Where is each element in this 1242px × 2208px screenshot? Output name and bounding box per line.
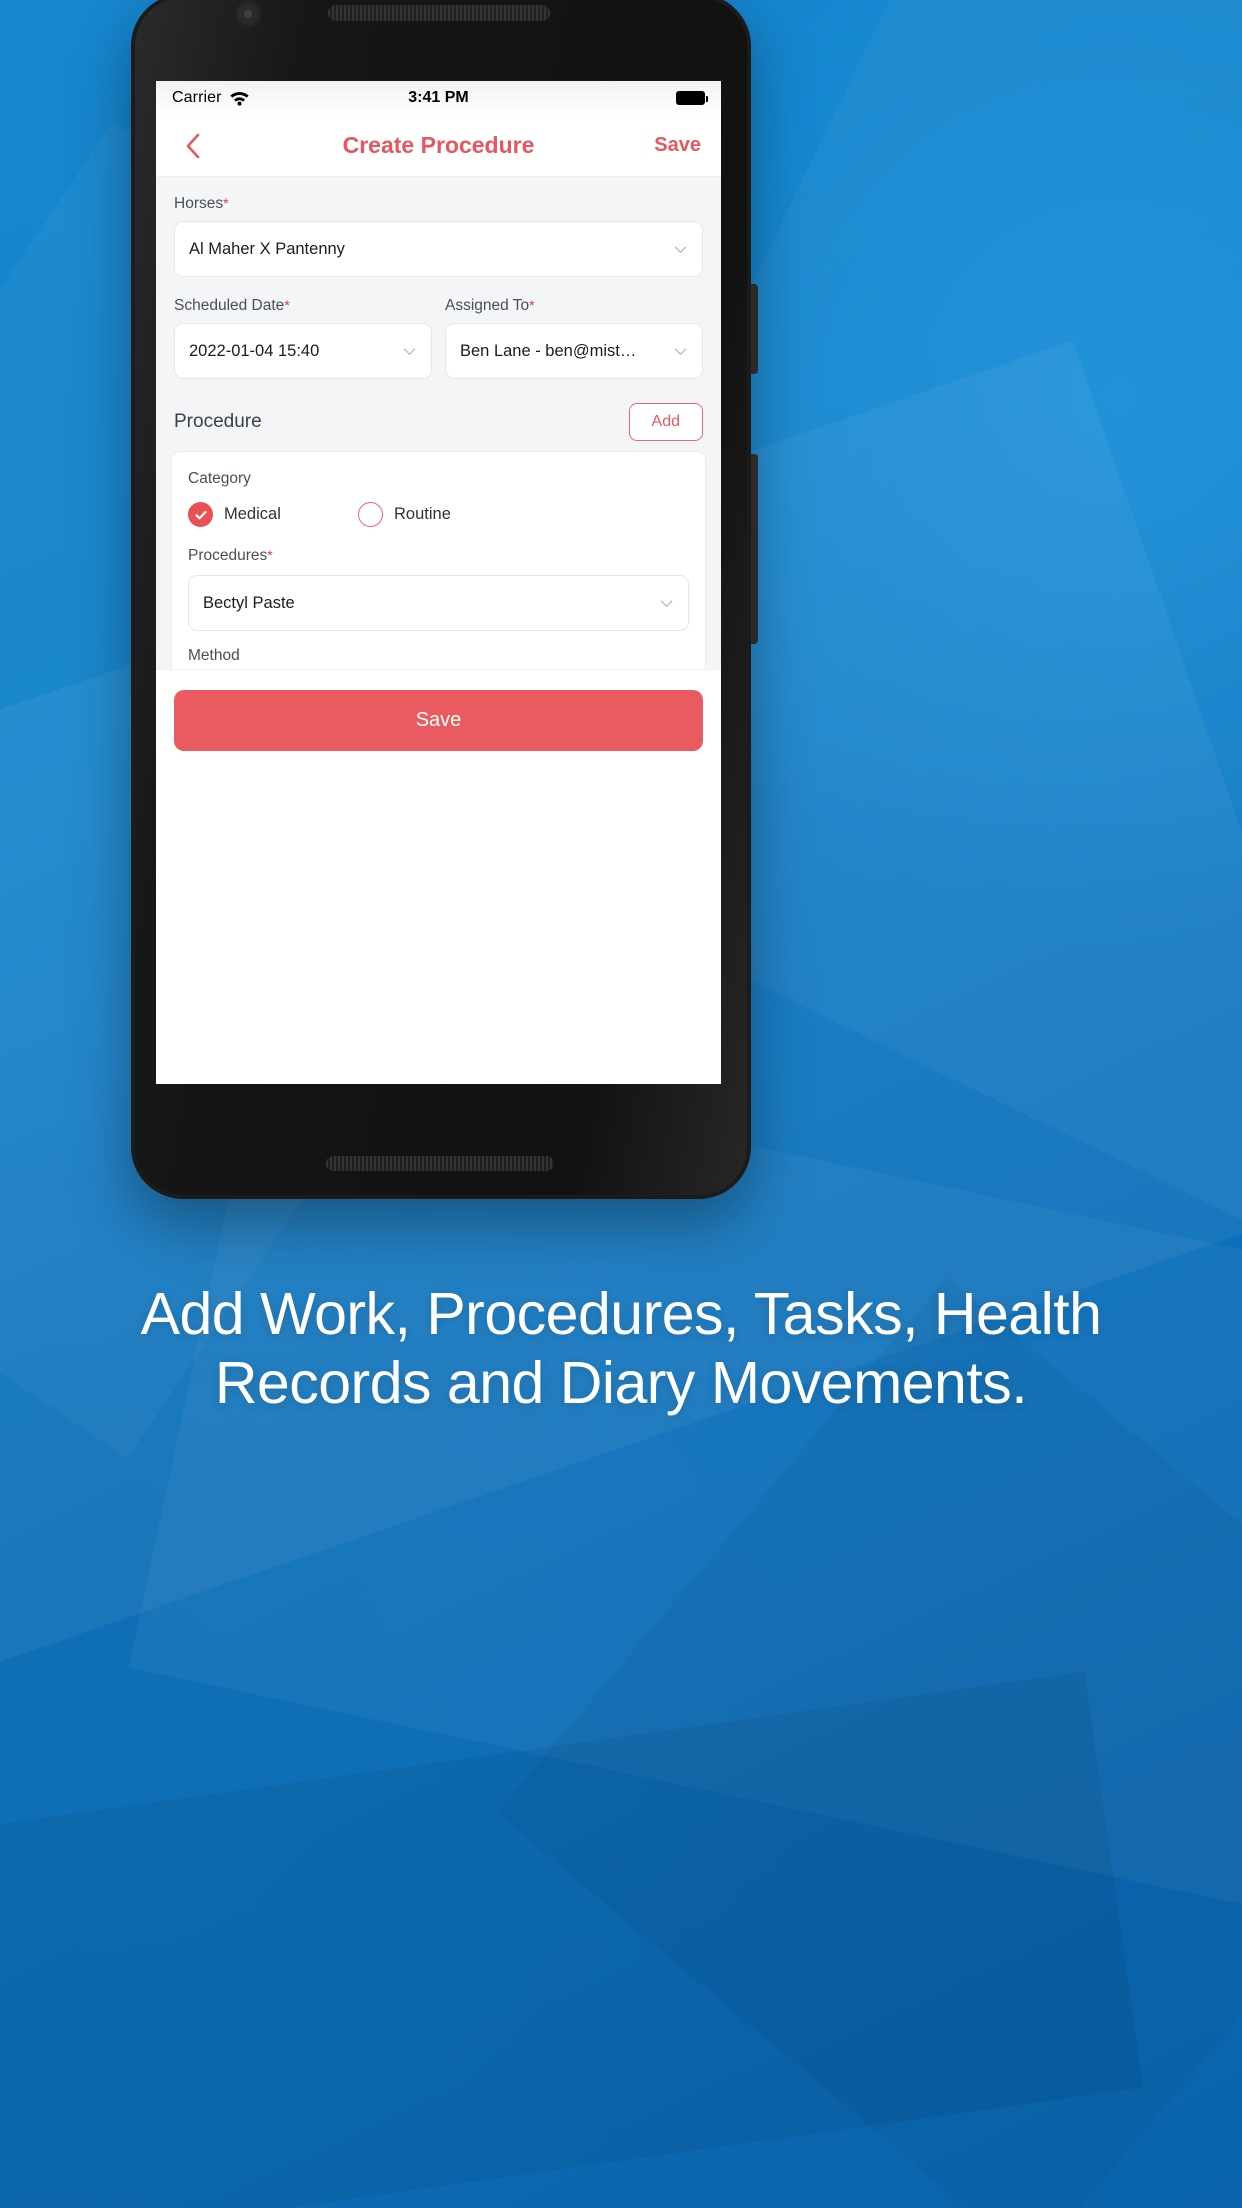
category-radio-group: Medical Routine	[188, 502, 689, 527]
assigned-to-select[interactable]: Ben Lane - ben@mist…	[445, 323, 703, 379]
radio-label-medical: Medical	[224, 505, 281, 523]
required-marker: *	[223, 195, 229, 211]
assigned-to-label-text: Assigned To	[445, 297, 530, 314]
procedures-value: Bectyl Paste	[203, 593, 295, 612]
horses-value: Al Maher X Pantenny	[189, 239, 345, 258]
bottom-action-bar: Save	[156, 669, 721, 777]
procedure-section-header: Procedure Add	[156, 403, 721, 441]
horses-label-text: Horses	[174, 195, 224, 212]
navigation-bar: Create Procedure Save	[156, 115, 721, 177]
front-camera-icon	[234, 0, 262, 28]
app-screen: Carrier 3:41 PM Create Procedure Save Ho…	[156, 81, 721, 1084]
back-button[interactable]	[176, 129, 210, 163]
procedures-select[interactable]: Bectyl Paste	[188, 575, 689, 631]
radio-label-routine: Routine	[394, 505, 451, 523]
save-button[interactable]: Save	[174, 690, 703, 751]
promo-caption: Add Work, Procedures, Tasks, Health Reco…	[140, 1281, 1102, 1417]
assigned-to-label: Assigned To*	[445, 297, 703, 315]
horses-select[interactable]: Al Maher X Pantenny	[174, 221, 703, 277]
power-button[interactable]	[751, 284, 758, 374]
chevron-down-icon	[403, 347, 416, 355]
category-label: Category	[188, 470, 251, 487]
procedures-label: Procedures*	[188, 547, 689, 565]
page-title: Create Procedure	[342, 132, 535, 158]
clock-label: 3:41 PM	[408, 89, 469, 106]
procedure-section-title: Procedure	[174, 411, 262, 432]
radio-option-routine[interactable]: Routine	[358, 502, 451, 527]
date-assignee-row: Scheduled Date* 2022-01-04 15:40 Assigne…	[156, 297, 721, 379]
scheduled-date-label-text: Scheduled Date	[174, 297, 285, 314]
chevron-down-icon	[674, 245, 687, 253]
bottom-speaker-grille	[326, 1156, 554, 1171]
status-bar: Carrier 3:41 PM	[156, 81, 721, 115]
add-procedure-button[interactable]: Add	[628, 403, 703, 441]
horses-field-group: Horses* Al Maher X Pantenny	[156, 195, 721, 277]
form-scroll-area[interactable]: Horses* Al Maher X Pantenny Scheduled Da…	[156, 177, 721, 777]
radio-selected-icon	[188, 502, 213, 527]
procedures-field-group: Procedures* Bectyl Paste	[188, 547, 689, 631]
status-bar-right	[676, 91, 708, 105]
horses-label: Horses*	[174, 195, 703, 213]
assigned-to-field-group: Assigned To* Ben Lane - ben@mist…	[445, 297, 703, 379]
procedures-label-text: Procedures	[188, 547, 268, 564]
scheduled-date-label: Scheduled Date*	[174, 297, 432, 315]
scheduled-date-select[interactable]: 2022-01-04 15:40	[174, 323, 432, 379]
radio-unselected-icon	[358, 502, 383, 527]
battery-full-icon	[676, 91, 708, 105]
method-label: Method	[188, 647, 240, 664]
chevron-left-icon	[186, 133, 200, 158]
phone-mockup: Carrier 3:41 PM Create Procedure Save Ho…	[131, 0, 758, 1199]
scheduled-date-field-group: Scheduled Date* 2022-01-04 15:40	[174, 297, 432, 379]
required-marker: *	[267, 547, 273, 563]
scheduled-date-value: 2022-01-04 15:40	[189, 341, 320, 360]
earpiece-speaker	[328, 5, 550, 21]
chevron-down-icon	[660, 599, 673, 607]
required-marker: *	[529, 297, 535, 313]
chevron-down-icon	[674, 347, 687, 355]
required-marker: *	[284, 297, 290, 313]
header-save-button[interactable]: Save	[654, 134, 701, 157]
volume-button[interactable]	[751, 454, 758, 644]
assigned-to-value: Ben Lane - ben@mist…	[460, 341, 637, 360]
check-icon	[194, 510, 207, 519]
radio-option-medical[interactable]: Medical	[188, 502, 358, 527]
